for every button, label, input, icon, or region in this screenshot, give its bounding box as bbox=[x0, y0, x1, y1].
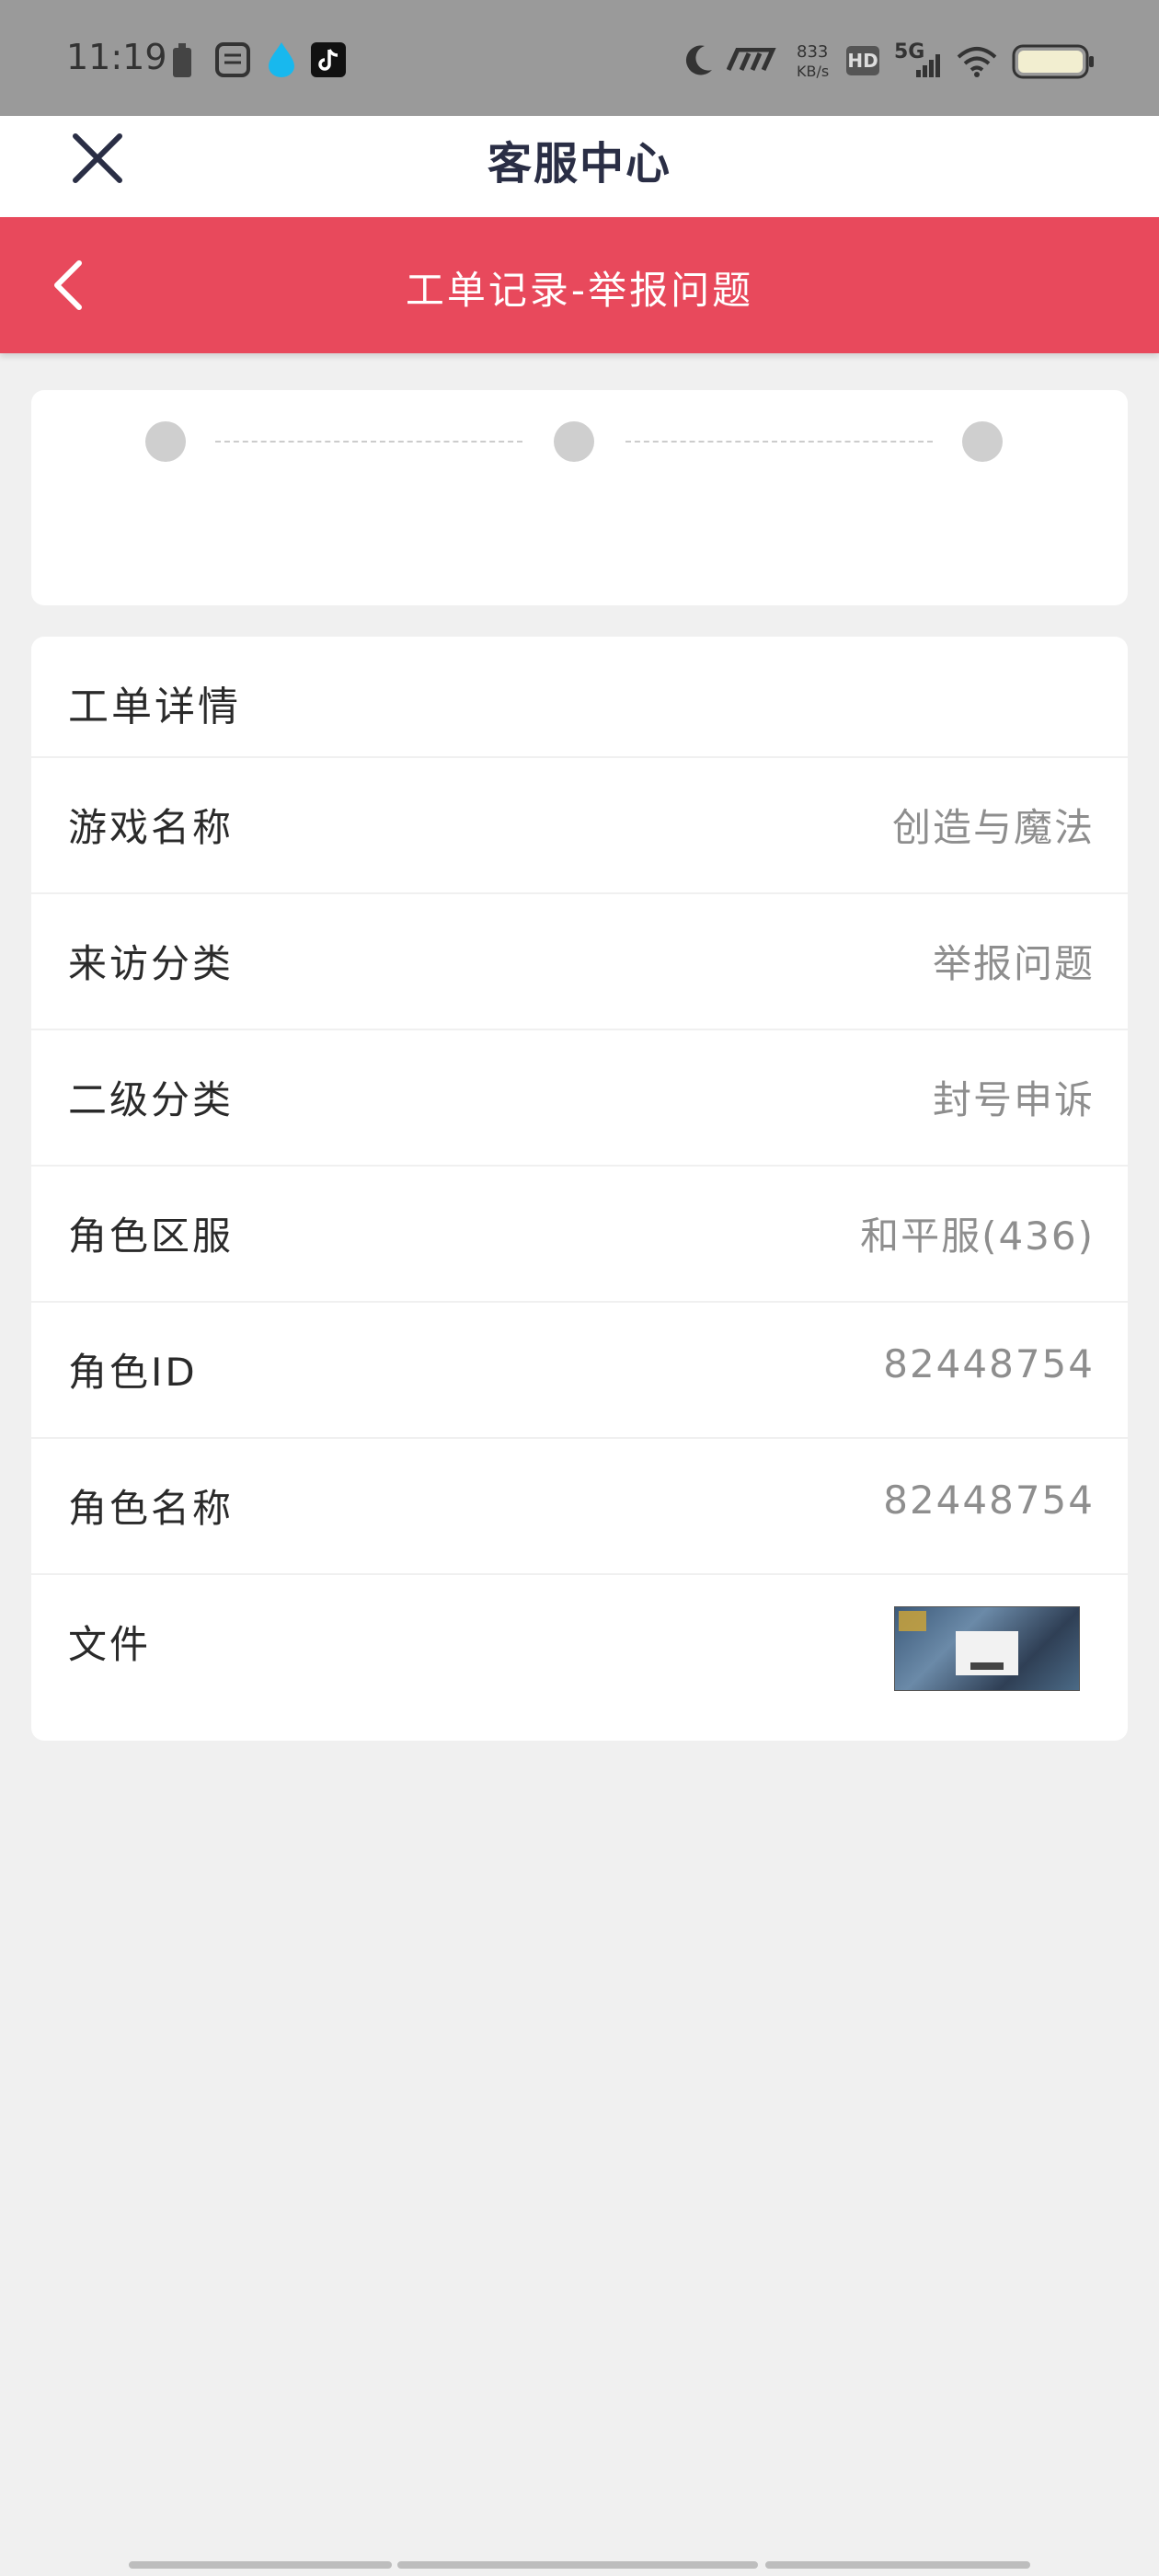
row-value: 和平服(436) bbox=[860, 1213, 1095, 1259]
nav-segment bbox=[129, 2561, 392, 2569]
detail-row-file: 文件 bbox=[31, 1573, 1128, 1730]
detail-title: 工单详情 bbox=[68, 684, 241, 730]
net-speed-unit: KB/s bbox=[797, 63, 830, 80]
row-label: 角色区服 bbox=[68, 1213, 235, 1259]
moon-icon bbox=[685, 45, 712, 75]
detail-row-sub-category: 二级分类 封号申诉 bbox=[31, 1029, 1128, 1165]
nav-segment bbox=[397, 2561, 758, 2569]
signal-icon bbox=[916, 54, 940, 77]
row-value: 举报问题 bbox=[932, 941, 1095, 986]
detail-row-server: 角色区服 和平服(436) bbox=[31, 1165, 1128, 1301]
mm-icon bbox=[727, 48, 776, 72]
row-label: 来访分类 bbox=[68, 941, 235, 986]
thumbnail-logo bbox=[899, 1611, 926, 1631]
row-label: 角色ID bbox=[68, 1350, 198, 1395]
row-value: 82448754 bbox=[883, 1341, 1095, 1386]
sub-header: 工单记录-举报问题 bbox=[0, 217, 1159, 353]
row-value: 封号申诉 bbox=[932, 1077, 1095, 1122]
battery-icon bbox=[1012, 44, 1094, 79]
step-dot bbox=[145, 421, 186, 462]
app-header: 客服中心 bbox=[0, 116, 1159, 217]
file-thumbnail[interactable] bbox=[894, 1606, 1080, 1691]
row-label: 文件 bbox=[68, 1622, 152, 1667]
wifi-icon bbox=[957, 47, 997, 77]
row-value: 创造与魔法 bbox=[891, 805, 1095, 850]
progress-card bbox=[31, 390, 1128, 605]
tiktok-icon bbox=[311, 42, 346, 77]
detail-row-role-name: 角色名称 82448754 bbox=[31, 1437, 1128, 1573]
status-time: 11:19 bbox=[66, 37, 167, 77]
detail-row-role-id: 角色ID 82448754 bbox=[31, 1301, 1128, 1437]
gesture-nav-bar[interactable] bbox=[129, 2561, 1030, 2569]
detail-row-game-name: 游戏名称 创造与魔法 bbox=[31, 756, 1128, 892]
nav-segment bbox=[765, 2561, 1030, 2569]
step-connector bbox=[625, 441, 933, 443]
hd-badge: HD bbox=[846, 46, 879, 75]
detail-card: 工单详情 游戏名称 创造与魔法 来访分类 举报问题 二级分类 封号申诉 角色区服… bbox=[31, 637, 1128, 1741]
net-speed-value: 833 bbox=[797, 42, 829, 62]
step-connector bbox=[215, 441, 522, 443]
row-label: 二级分类 bbox=[68, 1077, 235, 1122]
row-label: 角色名称 bbox=[68, 1486, 235, 1531]
row-value: 82448754 bbox=[883, 1478, 1095, 1523]
drop-icon bbox=[269, 42, 294, 77]
sub-title: 工单记录-举报问题 bbox=[405, 268, 754, 313]
app-icon bbox=[215, 42, 250, 77]
thumbnail-dialog bbox=[956, 1631, 1018, 1675]
step-dot bbox=[554, 421, 594, 462]
detail-row-visit-category: 来访分类 举报问题 bbox=[31, 892, 1128, 1029]
status-bar: 11:19 833 KB/s HD 5G bbox=[0, 0, 1159, 116]
battery-small-icon bbox=[173, 43, 191, 77]
step-dot bbox=[962, 421, 1003, 462]
page-title: 客服中心 bbox=[487, 138, 671, 190]
row-label: 游戏名称 bbox=[68, 805, 235, 850]
